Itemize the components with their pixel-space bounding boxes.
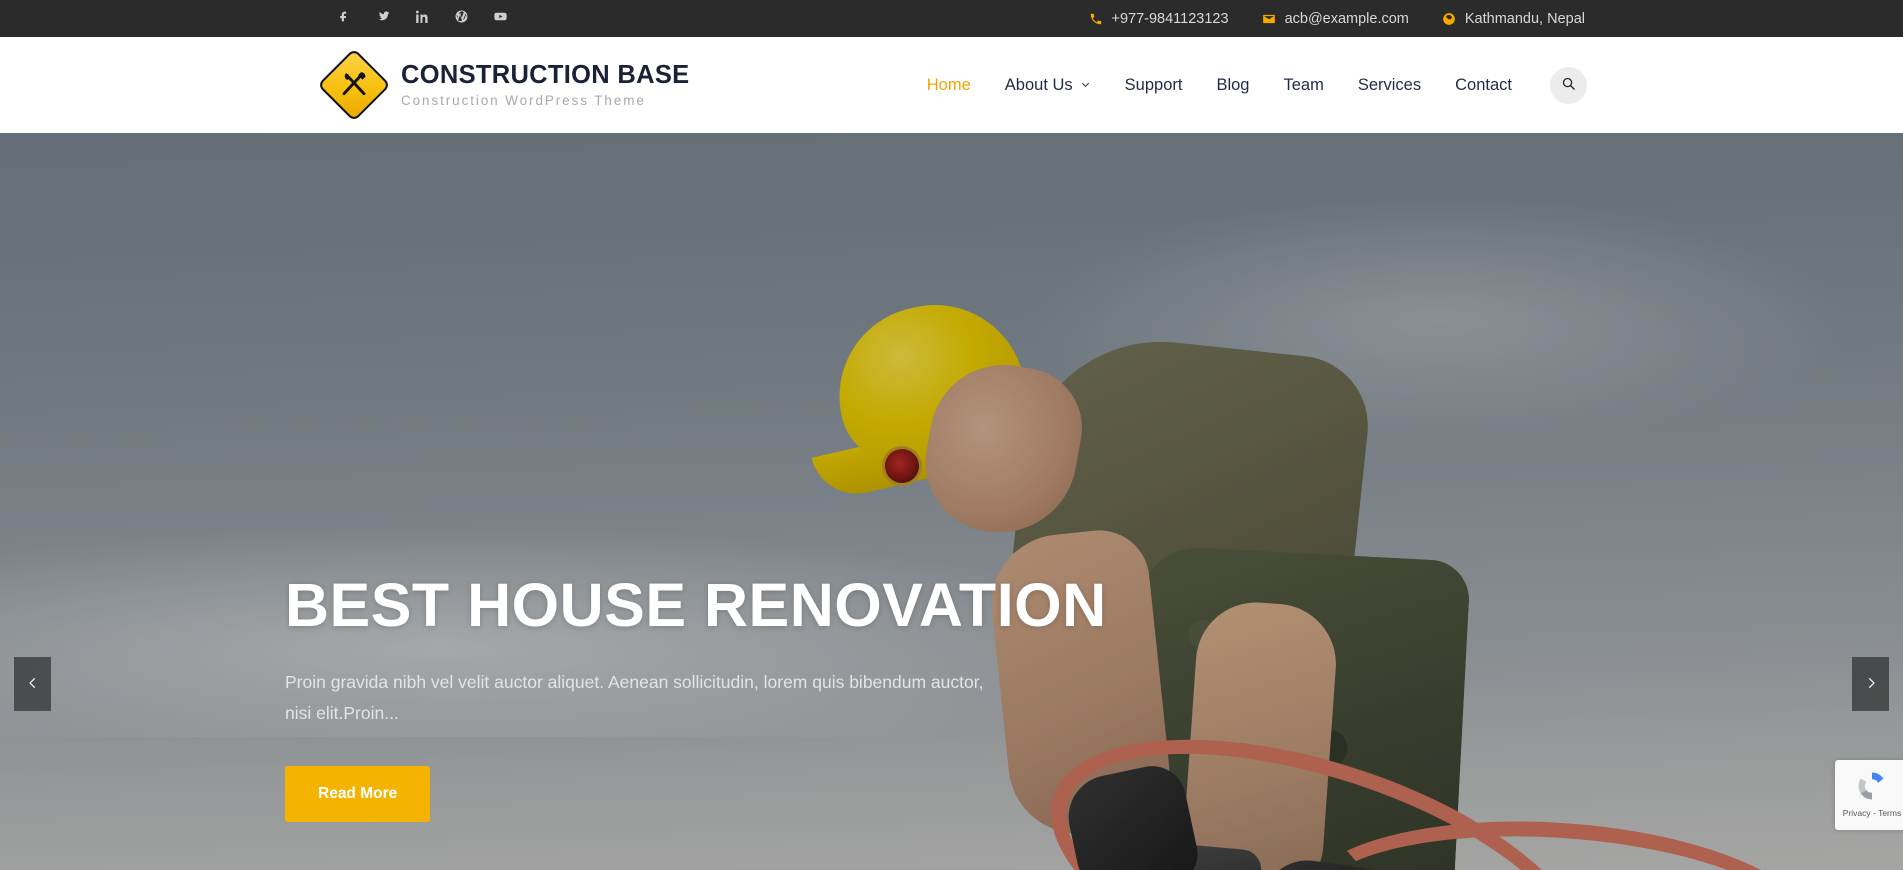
chevron-right-icon [1864, 676, 1878, 693]
nav-item-about-us[interactable]: About Us [988, 77, 1108, 94]
slider-next-button[interactable] [1852, 657, 1889, 711]
nav-item-contact[interactable]: Contact [1438, 77, 1529, 94]
search-icon [1561, 76, 1576, 94]
contact-phone-text: +977-9841123123 [1111, 10, 1229, 27]
social-link-youtube[interactable] [481, 0, 520, 37]
search-button[interactable] [1550, 66, 1587, 104]
social-link-twitter[interactable] [364, 0, 403, 37]
hero-slider: BEST HOUSE RENOVATION Proin gravida nibh… [0, 133, 1903, 870]
recaptcha-icon [1854, 768, 1890, 804]
contact-address-text: Kathmandu, Nepal [1464, 10, 1585, 27]
hero-caption: BEST HOUSE RENOVATION Proin gravida nibh… [285, 571, 1107, 823]
contact-phone[interactable]: +977-9841123123 [1089, 11, 1229, 27]
linkedin-icon [415, 10, 429, 28]
top-bar: +977-9841123123 acb@example.com Kathmand… [0, 0, 1903, 37]
chevron-left-icon [26, 676, 40, 693]
phone-icon [1089, 12, 1103, 26]
brand-tagline: Construction WordPress Theme [401, 92, 646, 108]
recaptcha-privacy-terms: Privacy - Terms [1842, 808, 1902, 818]
brand-title: CONSTRUCTION BASE [401, 61, 690, 89]
youtube-icon [494, 10, 507, 28]
social-link-facebook[interactable] [325, 0, 364, 37]
contact-address[interactable]: Kathmandu, Nepal [1442, 11, 1585, 27]
nav-item-home[interactable]: Home [910, 77, 988, 94]
nav-item-services[interactable]: Services [1341, 77, 1438, 94]
nav-item-about-us-label: About Us [1004, 75, 1073, 94]
nav-item-blog[interactable]: Blog [1199, 77, 1266, 94]
globe-marker-icon [1442, 12, 1456, 26]
site-header: CONSTRUCTION BASE Construction WordPress… [0, 37, 1903, 133]
social-link-linkedin[interactable] [403, 0, 442, 37]
contact-info: +977-9841123123 acb@example.com Kathmand… [1056, 11, 1585, 27]
slider-prev-button[interactable] [14, 657, 51, 711]
envelope-icon [1262, 12, 1276, 26]
read-more-button[interactable]: Read More [285, 766, 431, 823]
nav-item-team[interactable]: Team [1266, 77, 1340, 94]
contact-email[interactable]: acb@example.com [1262, 11, 1409, 27]
social-link-wordpress[interactable] [442, 0, 481, 37]
facebook-icon [338, 10, 351, 28]
hero-description: Proin gravida nibh vel velit auctor aliq… [285, 672, 984, 723]
chevron-down-icon [1080, 77, 1091, 94]
twitter-icon [377, 10, 390, 28]
hammer-wrench-diamond-icon [317, 48, 391, 122]
main-navigation: Home About Us Support Blog Team Services… [910, 66, 1587, 104]
nav-item-support[interactable]: Support [1108, 77, 1200, 94]
social-links [325, 0, 520, 37]
recaptcha-badge[interactable]: Privacy - Terms [1835, 760, 1903, 830]
wordpress-icon [455, 10, 468, 28]
site-logo-link[interactable]: CONSTRUCTION BASE Construction WordPress… [317, 48, 690, 122]
hero-title: BEST HOUSE RENOVATION [285, 571, 1107, 639]
contact-email-text: acb@example.com [1284, 10, 1409, 27]
